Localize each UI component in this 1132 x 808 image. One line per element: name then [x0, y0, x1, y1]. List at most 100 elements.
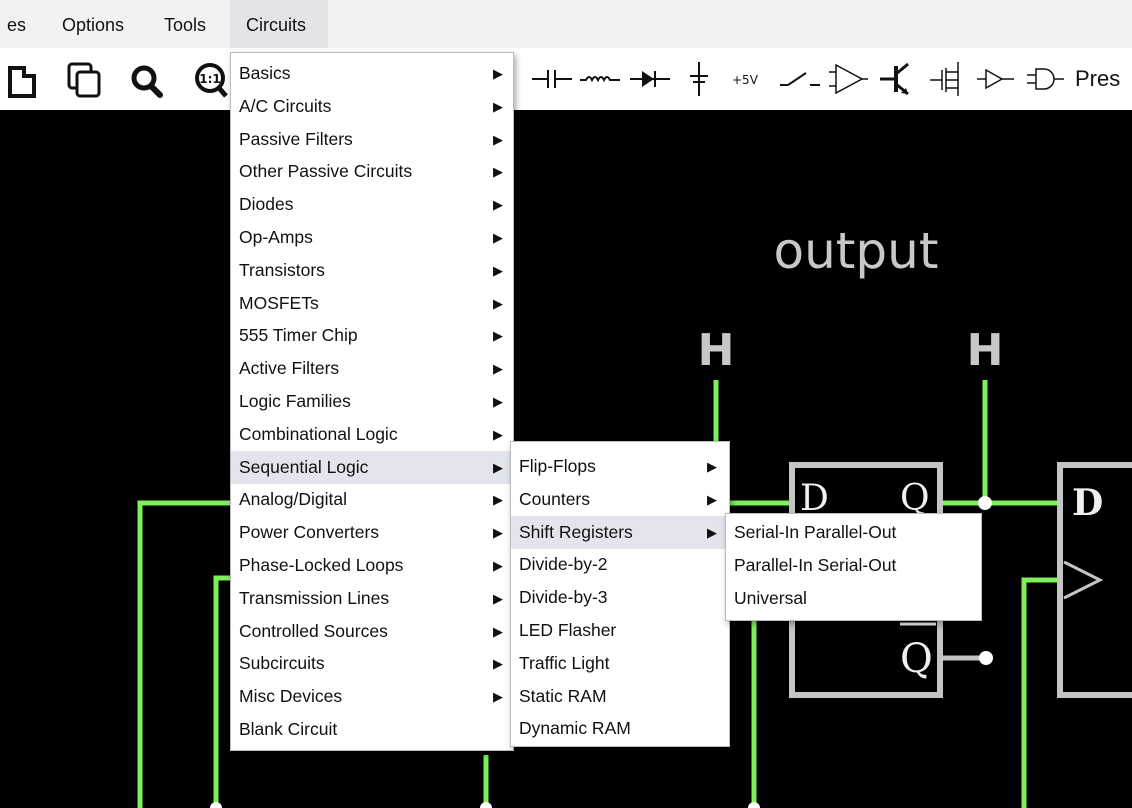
- menu-circuits[interactable]: Circuits: [230, 0, 328, 48]
- menu-item-label: Other Passive Circuits: [239, 161, 413, 182]
- menu-item-mosfets[interactable]: MOSFETs ▶: [231, 287, 513, 320]
- menu-item-divide-by-3[interactable]: Divide-by-3: [511, 581, 729, 614]
- toolbar-preset-label: Pres: [1075, 66, 1121, 91]
- menu-tools[interactable]: Tools: [164, 0, 206, 48]
- submenu-arrow-icon: ▶: [493, 558, 503, 573]
- inductor-icon[interactable]: [578, 64, 624, 94]
- submenu-arrow-icon: ▶: [493, 492, 503, 508]
- junction-dot: [480, 802, 492, 808]
- menu-item-diodes[interactable]: Diodes ▶: [231, 188, 513, 221]
- menu-item-divide-by-2[interactable]: Divide-by-2: [511, 548, 729, 581]
- switch-icon[interactable]: [778, 64, 822, 94]
- menu-item-label: Transmission Lines: [239, 587, 390, 608]
- menu-item-power-converters[interactable]: Power Converters ▶: [231, 516, 513, 549]
- menu-item-shift-registers[interactable]: Shift Registers ▶: [511, 515, 729, 549]
- menu-item-basics[interactable]: Basics ▶: [231, 57, 513, 90]
- ff2-d-label: D: [1072, 482, 1103, 524]
- menu-item-traffic-light[interactable]: Traffic Light: [511, 647, 729, 680]
- submenu-arrow-icon: ▶: [493, 164, 503, 180]
- toolbar: 1:1 +5V Pres: [0, 48, 1132, 110]
- submenu-arrow-icon: ▶: [493, 262, 503, 278]
- menu-item-phase-locked-loops[interactable]: Phase-Locked Loops ▶: [231, 549, 513, 582]
- menu-item-led-flasher[interactable]: LED Flasher: [511, 614, 729, 647]
- menu-item-misc-devices[interactable]: Misc Devices ▶: [231, 680, 513, 713]
- menu-item-label: Basics: [239, 63, 291, 83]
- diode-icon[interactable]: [628, 64, 672, 94]
- menu-item-a-c-circuits[interactable]: A/C Circuits ▶: [231, 90, 513, 123]
- menu-item-controlled-sources[interactable]: Controlled Sources ▶: [231, 615, 513, 648]
- menu-item-transistors[interactable]: Transistors ▶: [231, 254, 513, 287]
- menu-bar: es Options Tools Circuits: [0, 0, 1132, 48]
- menu-item-label: Transistors: [239, 259, 325, 280]
- menu-item-label: Combinational Logic: [239, 423, 398, 444]
- menu-item-analog-digital[interactable]: Analog/Digital ▶: [231, 483, 513, 516]
- sequential-logic-submenu: Flip-Flops ▶ Counters ▶ Shift Registers ▶ Divi…: [510, 441, 730, 747]
- buffer-icon[interactable]: [976, 64, 1016, 94]
- menu-item-logic-families[interactable]: Logic Families ▶: [231, 385, 513, 418]
- menu-item-transmission-lines[interactable]: Transmission Lines ▶: [231, 582, 513, 615]
- zoom-icon[interactable]: [128, 62, 168, 100]
- submenu-arrow-icon: ▶: [493, 656, 503, 672]
- submenu-arrow-icon: ▶: [493, 295, 503, 311]
- submenu-arrow-icon: ▶: [493, 689, 503, 705]
- mosfet-icon[interactable]: [928, 58, 968, 100]
- menu-item-label: Analog/Digital: [239, 489, 347, 510]
- menu-item-static-ram[interactable]: Static RAM: [511, 680, 729, 713]
- menu-item-label: Logic Families: [239, 391, 351, 411]
- menu-item-parallel-in-serial-out[interactable]: Parallel-In Serial-Out: [726, 549, 981, 582]
- paste-icon[interactable]: [4, 60, 44, 100]
- voltage-rail-icon[interactable]: +5V: [730, 64, 770, 94]
- menu-item-op-amps[interactable]: Op-Amps ▶: [231, 221, 513, 254]
- submenu-arrow-icon: ▶: [493, 66, 503, 81]
- menu-item-label: Dynamic RAM: [519, 718, 631, 739]
- menu-item-subcircuits[interactable]: Subcircuits ▶: [231, 647, 513, 680]
- menu-item-other-passive-circuits[interactable]: Other Passive Circuits ▶: [231, 155, 513, 188]
- menu-item-serial-in-parallel-out[interactable]: Serial-In Parallel-Out: [726, 516, 981, 549]
- zoom-100-icon[interactable]: 1:1: [190, 60, 230, 100]
- menu-item-label: LED Flasher: [519, 620, 617, 640]
- menu-item-label: Subcircuits: [239, 653, 325, 674]
- submenu-arrow-icon: ▶: [493, 197, 503, 213]
- junction-dot: [210, 802, 222, 808]
- menu-item-label: Passive Filters: [239, 128, 353, 149]
- wire: [1021, 577, 1060, 808]
- menu-options[interactable]: Options: [62, 0, 124, 48]
- shift-registers-submenu: Serial-In Parallel-Out Parallel-In Serial…: [725, 513, 982, 621]
- submenu-arrow-icon: ▶: [707, 524, 717, 540]
- submenu-arrow-icon: ▶: [493, 459, 503, 475]
- opamp-icon[interactable]: [828, 60, 868, 98]
- menu-item-label: MOSFETs: [239, 292, 319, 313]
- submenu-arrow-icon: ▶: [707, 491, 717, 507]
- menu-item-dynamic-ram[interactable]: Dynamic RAM: [511, 712, 729, 745]
- menu-item-label: Divide-by-3: [519, 587, 608, 608]
- menu-item-label: Controlled Sources: [239, 620, 388, 641]
- capacitor-icon[interactable]: [530, 64, 574, 94]
- submenu-arrow-icon: ▶: [707, 459, 717, 474]
- duplicate-icon[interactable]: [64, 60, 106, 100]
- menu-item-flip-flops[interactable]: Flip-Flops ▶: [511, 450, 729, 483]
- menu-item-label: Counters: [519, 488, 591, 509]
- menu-item-blank-circuit[interactable]: Blank Circuit: [231, 713, 513, 746]
- ground-icon[interactable]: [684, 60, 714, 98]
- menu-item-passive-filters[interactable]: Passive Filters ▶: [231, 123, 513, 156]
- menu-item-label: Blank Circuit: [239, 719, 338, 739]
- junction-dot: [748, 802, 760, 808]
- menu-item-universal[interactable]: Universal: [726, 582, 981, 615]
- transistor-icon[interactable]: [878, 58, 918, 100]
- menu-item-label: Op-Amps: [239, 227, 313, 247]
- circuits-menu: Basics ▶ A/C Circuits ▶ Passive Filters ▶ Othe…: [230, 52, 514, 751]
- menu-files[interactable]: es: [7, 0, 26, 48]
- submenu-arrow-icon: ▶: [493, 131, 503, 147]
- menu-item-counters[interactable]: Counters ▶: [511, 483, 729, 516]
- submenu-arrow-icon: ▶: [493, 426, 503, 442]
- submenu-arrow-icon: ▶: [493, 394, 503, 409]
- ff1-qbar-label: Q: [900, 636, 933, 682]
- menu-item-label: Flip-Flops: [519, 456, 596, 476]
- menu-item-combinational-logic[interactable]: Combinational Logic ▶: [231, 418, 513, 451]
- menu-item-sequential-logic[interactable]: Sequential Logic ▶: [231, 450, 513, 484]
- junction-dot: [978, 496, 992, 510]
- menu-item-555-timer-chip[interactable]: 555 Timer Chip ▶: [231, 319, 513, 352]
- and-gate-icon[interactable]: [1026, 64, 1066, 94]
- menu-item-active-filters[interactable]: Active Filters ▶: [231, 352, 513, 385]
- terminal-dot[interactable]: [979, 651, 993, 665]
